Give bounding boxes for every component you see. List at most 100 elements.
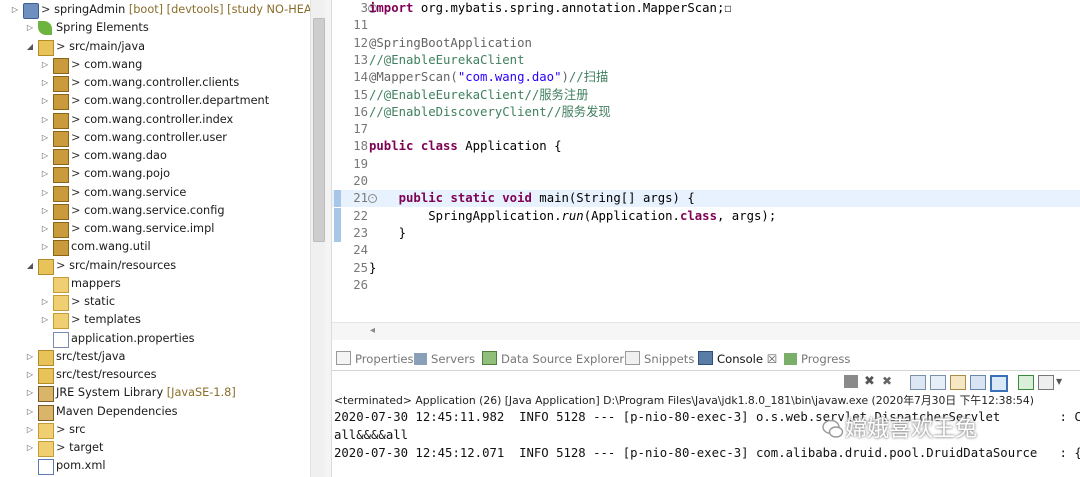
tree-expand-icon[interactable]: ▷ <box>40 220 50 238</box>
tree-item[interactable]: ▷ src/test/resources <box>0 366 310 384</box>
pin-console-icon[interactable] <box>1018 375 1034 390</box>
tree-item[interactable]: ◢ > src/main/java <box>0 38 310 56</box>
folder-icon <box>53 295 69 311</box>
code-line[interactable]: 25} <box>332 260 1080 277</box>
tree-item[interactable]: ▷ Maven Dependencies <box>0 403 310 421</box>
terminate-icon[interactable] <box>844 375 858 388</box>
tree-item[interactable]: pom.xml <box>0 457 310 476</box>
tree-item[interactable]: ▷ > com.wang.dao <box>0 147 310 165</box>
remove-launch-icon[interactable]: ✖ <box>864 375 878 388</box>
tree-item[interactable]: ▷ src/test/java <box>0 348 310 366</box>
tree-expand-icon[interactable]: ▷ <box>40 165 50 183</box>
tree-expand-icon[interactable]: ▷ <box>40 238 50 256</box>
line-number: 12 <box>353 35 368 50</box>
tree-expand-icon[interactable]: ▷ <box>40 293 50 311</box>
code-line[interactable]: 21- public static void main(String[] arg… <box>332 190 1080 208</box>
code-text: //@EnableEurekaClient <box>369 52 525 67</box>
tree-item[interactable]: ▷ > com.wang.service.config <box>0 202 310 220</box>
tab-snippets[interactable]: Snippets <box>625 350 694 368</box>
tab-properties[interactable]: Properties <box>336 350 414 368</box>
editor-horizontal-scrollbar[interactable]: ◂ <box>332 322 1080 340</box>
tree-item[interactable]: ▷ com.wang.util <box>0 238 310 257</box>
tree-item[interactable]: application.properties <box>0 330 310 348</box>
code-line[interactable]: 26 <box>332 277 1080 294</box>
tree-expand-icon[interactable]: ▷ <box>40 74 50 92</box>
word-wrap-icon[interactable] <box>950 375 966 390</box>
display-selected-console-icon[interactable] <box>1038 375 1054 390</box>
tab-servers[interactable]: Servers <box>414 350 475 368</box>
tree-item[interactable]: ▷ Spring Elements <box>0 19 310 37</box>
package-explorer-scrollbar[interactable] <box>310 0 326 477</box>
tree-item-label: > src <box>56 422 86 436</box>
tree-item[interactable]: ◢ > src/main/resources <box>0 257 310 275</box>
tree-item[interactable]: ▷ > static <box>0 293 310 311</box>
code-line[interactable]: 18 public class Application { <box>332 138 1080 155</box>
tree-item[interactable]: ▷ > com.wang.service <box>0 184 310 202</box>
code-line[interactable]: 12 @SpringBootApplication <box>332 35 1080 52</box>
tree-item[interactable]: ▷ > com.wang.controller.clients <box>0 74 310 92</box>
code-line[interactable]: 17 <box>332 121 1080 138</box>
tree-expand-icon[interactable]: ▷ <box>40 147 50 165</box>
tree-item[interactable]: ▷ > target <box>0 439 310 457</box>
code-line[interactable]: 23 } <box>332 224 1080 242</box>
tree-expand-icon[interactable]: ▷ <box>40 184 50 202</box>
tree-expand-icon[interactable]: ▷ <box>40 311 50 329</box>
tree-expand-icon[interactable]: ▷ <box>40 202 50 220</box>
tree-item[interactable]: ▷ > com.wang.pojo <box>0 165 310 184</box>
line-number: 11 <box>353 18 368 33</box>
package-icon <box>53 240 69 257</box>
tree-expand-icon[interactable]: ▷ <box>10 1 20 19</box>
tree-expand-icon[interactable]: ▷ <box>25 421 35 439</box>
tree-expand-icon[interactable]: ▷ <box>25 366 35 384</box>
tree-item[interactable]: ▷ > com.wang <box>0 56 310 74</box>
tree-expand-icon[interactable]: ▷ <box>40 111 50 129</box>
line-number: 17 <box>353 122 368 137</box>
code-line[interactable]: 13//@EnableEurekaClient <box>332 52 1080 69</box>
tree-item[interactable]: ▷ > com.wang.controller.user <box>0 129 310 147</box>
show-console-on-output-icon[interactable] <box>970 375 986 390</box>
tab-data-source-explorer[interactable]: Data Source Explorer <box>482 350 624 368</box>
tree-expand-icon[interactable]: ▷ <box>25 19 35 37</box>
scroll-lock-icon[interactable] <box>930 375 946 390</box>
tree-item[interactable]: ▷ > com.wang.service.impl <box>0 220 310 238</box>
code-line[interactable]: 22 SpringApplication.run(Application.cla… <box>332 207 1080 225</box>
tree-expand-icon[interactable]: ▷ <box>40 56 50 74</box>
tab-progress[interactable]: Progress <box>784 350 850 368</box>
tree-collapse-icon[interactable]: ◢ <box>25 38 35 56</box>
tree-item-label: JRE System Library [JavaSE-1.8] <box>56 386 236 400</box>
chevron-down-icon[interactable]: ▼ <box>1056 375 1070 388</box>
view-splitter[interactable] <box>325 0 332 477</box>
show-console-on-error-icon[interactable] <box>990 375 1008 392</box>
tree-item[interactable]: ▷ > com.wang.controller.index <box>0 111 310 129</box>
java-editor[interactable]: ◂ 3 + import org.mybatis.spring.annotation… <box>332 0 1080 340</box>
clear-console-icon[interactable] <box>910 375 926 390</box>
tree-expand-icon[interactable]: ▷ <box>25 439 35 457</box>
tree-item[interactable]: ▷ JRE System Library [JavaSE-1.8] <box>0 384 310 403</box>
tree-expand-icon[interactable]: ▷ <box>40 129 50 147</box>
tree-item[interactable]: mappers <box>0 275 310 293</box>
tab-console[interactable]: Console ☒ <box>698 350 777 368</box>
tree-item[interactable]: ▷ > com.wang.controller.department <box>0 92 310 111</box>
code-line[interactable]: 20 <box>332 173 1080 190</box>
tree-expand-icon[interactable]: ▷ <box>40 92 50 110</box>
code-line[interactable]: 24 <box>332 242 1080 259</box>
close-tab-icon[interactable]: ☒ <box>763 352 777 366</box>
tree-expand-icon[interactable]: ▷ <box>25 403 35 421</box>
progress-icon <box>784 353 797 365</box>
code-line[interactable]: 16//@EnableDiscoveryClient//服务发现 <box>332 104 1080 121</box>
code-line[interactable]: 11 <box>332 17 1080 34</box>
code-line[interactable]: 15//@EnableEurekaClient//服务注册 <box>332 87 1080 104</box>
folder-icon <box>38 441 54 457</box>
tree-item[interactable]: ▷ > templates <box>0 311 310 330</box>
remove-all-launches-icon[interactable]: ✖ <box>882 375 896 388</box>
tree-item[interactable]: ▷ > springAdmin [boot] [devtools] [study … <box>0 1 310 19</box>
scrollbar-thumb[interactable] <box>313 18 325 242</box>
tree-collapse-icon[interactable]: ◢ <box>25 257 35 275</box>
tree-expand-icon[interactable]: ▷ <box>25 348 35 366</box>
scroll-left-icon[interactable]: ◂ <box>370 325 375 336</box>
tree-item[interactable]: ▷ > src <box>0 421 310 439</box>
code-line[interactable]: 14 @MapperScan("com.wang.dao")//扫描 <box>332 69 1080 86</box>
tree-expand-icon[interactable]: ▷ <box>25 384 35 402</box>
code-line[interactable]: 3 + import org.mybatis.spring.annotation.M… <box>332 0 1080 17</box>
code-line[interactable]: 19 <box>332 156 1080 173</box>
